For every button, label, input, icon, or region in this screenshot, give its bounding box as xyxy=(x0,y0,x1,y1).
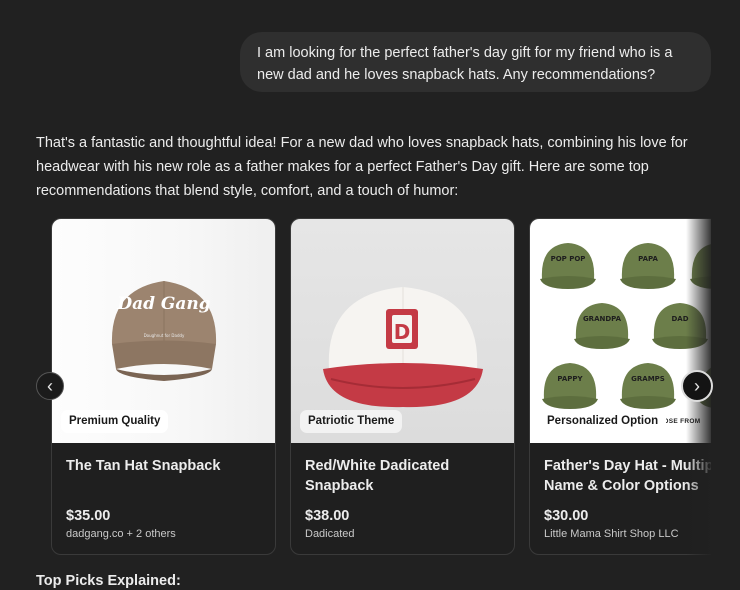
svg-text:PAPPY: PAPPY xyxy=(557,375,583,383)
product-price: $38.00 xyxy=(305,508,350,524)
svg-text:Dad Gang: Dad Gang xyxy=(116,294,210,314)
badge-patriotic-theme: Patriotic Theme xyxy=(300,410,403,433)
carousel-next-button[interactable]: › xyxy=(681,370,713,402)
section-heading: Top Picks Explained: xyxy=(36,573,181,589)
svg-text:Doughnut for Daddy: Doughnut for Daddy xyxy=(144,333,185,338)
product-source[interactable]: dadgang.co + 2 others xyxy=(66,528,176,540)
badge-personalized-option: Personalized Option xyxy=(539,410,667,433)
svg-text:GRANDPA: GRANDPA xyxy=(583,315,622,323)
product-title[interactable]: The Tan Hat Snapback xyxy=(66,456,271,476)
product-price: $30.00 xyxy=(544,508,589,524)
badge-premium-quality: Premium Quality xyxy=(61,410,169,433)
svg-text:POP POP: POP POP xyxy=(551,255,586,263)
product-title[interactable]: Red/White Dadicated Snapback xyxy=(305,456,510,496)
product-price: $35.00 xyxy=(66,508,111,524)
svg-text:PAPA: PAPA xyxy=(638,255,658,263)
product-source[interactable]: Little Mama Shirt Shop LLC xyxy=(544,528,679,540)
carousel-prev-button[interactable]: ‹ xyxy=(36,372,64,400)
user-message-bubble: I am looking for the perfect father's da… xyxy=(240,32,711,92)
chevron-left-icon: ‹ xyxy=(47,376,53,396)
assistant-intro-text: That's a fantastic and thoughtful idea! … xyxy=(36,135,688,199)
chevron-right-icon: › xyxy=(694,376,700,396)
svg-text:GRAMPS: GRAMPS xyxy=(631,375,665,383)
product-card-dadicated[interactable]: D Patriotic Theme Red/White Dadicated Sn… xyxy=(290,218,515,555)
product-card-tan-hat[interactable]: Dad Gang Doughnut for Daddy Premium Qual… xyxy=(51,218,276,555)
svg-text:D: D xyxy=(394,320,411,344)
product-source[interactable]: Dadicated xyxy=(305,528,355,540)
user-message-text: I am looking for the perfect father's da… xyxy=(257,45,673,83)
product-carousel: Dad Gang Doughnut for Daddy Premium Qual… xyxy=(36,218,711,556)
